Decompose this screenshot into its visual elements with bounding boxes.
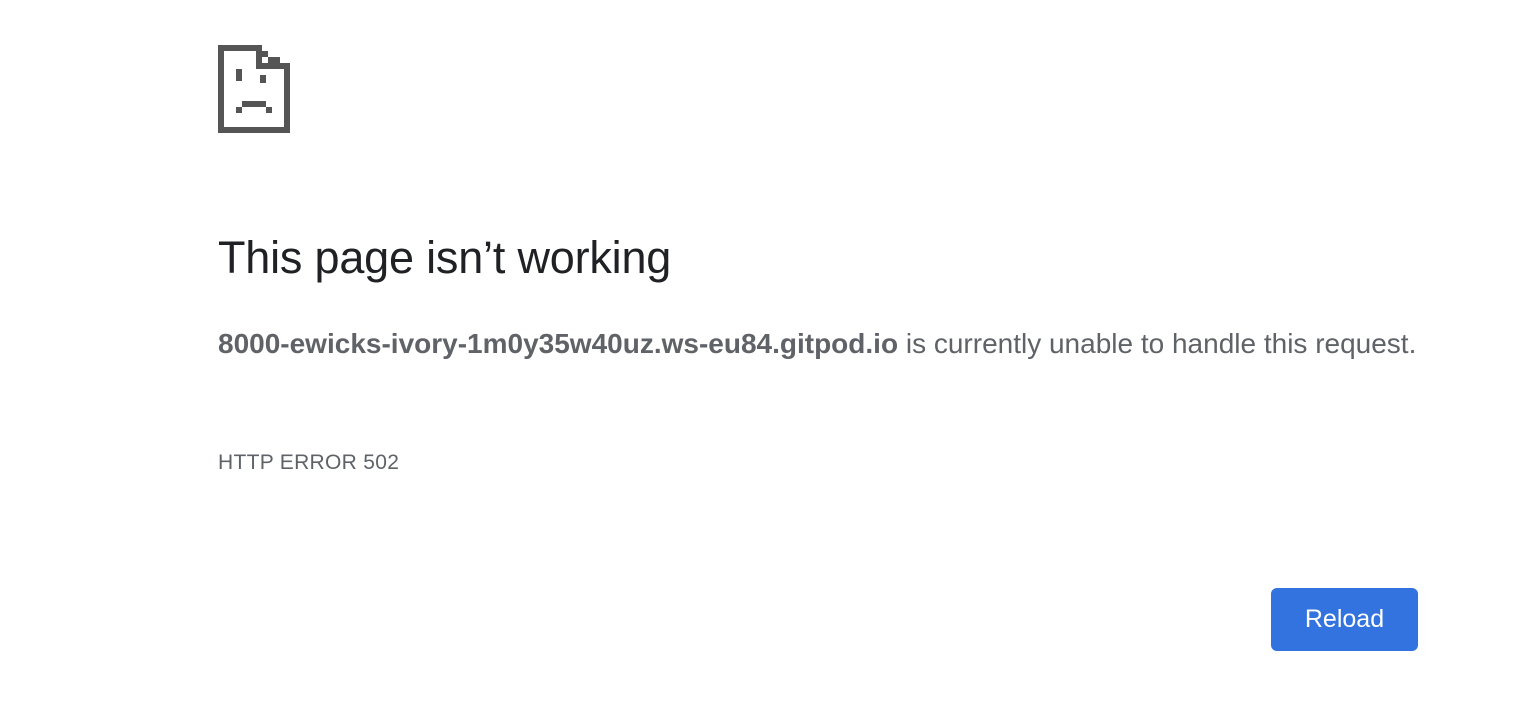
error-message: 8000-ewicks-ivory-1m0y35w40uz.ws-eu84.gi… xyxy=(218,320,1428,368)
sad-page-icon xyxy=(218,45,290,133)
page-title: This page isn’t working xyxy=(218,232,672,283)
host-name: 8000-ewicks-ivory-1m0y35w40uz.ws-eu84.gi… xyxy=(218,328,899,359)
reload-button[interactable]: Reload xyxy=(1271,588,1418,651)
error-message-suffix: is currently unable to handle this reque… xyxy=(898,328,1417,359)
error-code: HTTP ERROR 502 xyxy=(218,451,400,474)
